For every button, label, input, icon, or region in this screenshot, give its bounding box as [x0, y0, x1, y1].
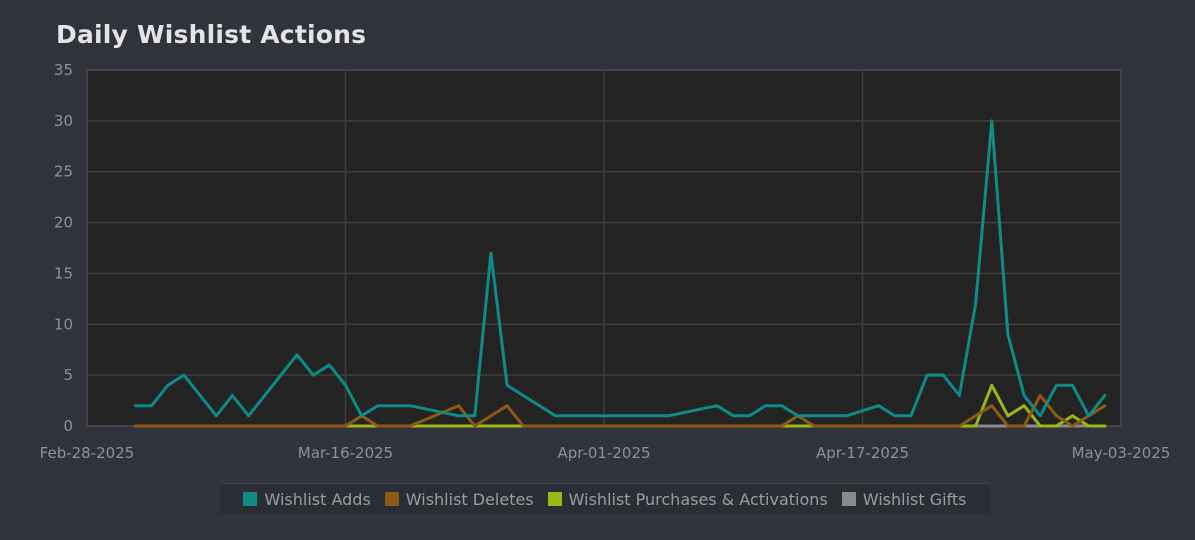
- x-tick-label: Apr-01-2025: [557, 444, 650, 462]
- legend-label: Wishlist Purchases & Activations: [568, 489, 828, 509]
- legend-swatch: [841, 492, 856, 506]
- legend-swatch: [243, 492, 258, 506]
- legend: Wishlist Adds Wishlist Deletes Wishlist Pu…: [220, 483, 990, 514]
- y-tick-label: 30: [54, 112, 73, 130]
- line-chart: 0 5 10 15 20 25 30 35 Feb-28-2025 Mar-16-2025 Apr…: [40, 61, 1171, 462]
- legend-label: Wishlist Adds: [264, 489, 371, 509]
- legend-swatch: [384, 492, 399, 506]
- legend-item-wishlist-gifts[interactable]: Wishlist Gifts: [841, 489, 967, 509]
- legend-item-wishlist-adds[interactable]: Wishlist Adds: [243, 489, 371, 509]
- legend-label: Wishlist Gifts: [862, 489, 967, 509]
- y-tick-label: 10: [54, 315, 73, 333]
- y-axis-ticks: 0 5 10 15 20 25 30 35: [54, 61, 73, 435]
- x-tick-label: May-03-2025: [1072, 444, 1171, 462]
- y-tick-label: 5: [63, 366, 73, 384]
- x-tick-label: Feb-28-2025: [40, 444, 135, 462]
- y-tick-label: 0: [63, 417, 73, 435]
- x-axis-ticks: Feb-28-2025 Mar-16-2025 Apr-01-2025 Apr-17-…: [40, 444, 1171, 462]
- y-tick-label: 20: [54, 214, 73, 232]
- x-tick-label: Mar-16-2025: [298, 444, 393, 462]
- legend-swatch: [547, 492, 562, 506]
- legend-item-wishlist-purchases-activations[interactable]: Wishlist Purchases & Activations: [547, 489, 828, 509]
- legend-label: Wishlist Deletes: [405, 489, 534, 509]
- y-tick-label: 15: [54, 264, 73, 282]
- legend-item-wishlist-deletes[interactable]: Wishlist Deletes: [384, 489, 534, 509]
- x-tick-label: Apr-17-2025: [816, 444, 909, 462]
- y-tick-label: 25: [54, 163, 73, 181]
- y-tick-label: 35: [54, 61, 73, 79]
